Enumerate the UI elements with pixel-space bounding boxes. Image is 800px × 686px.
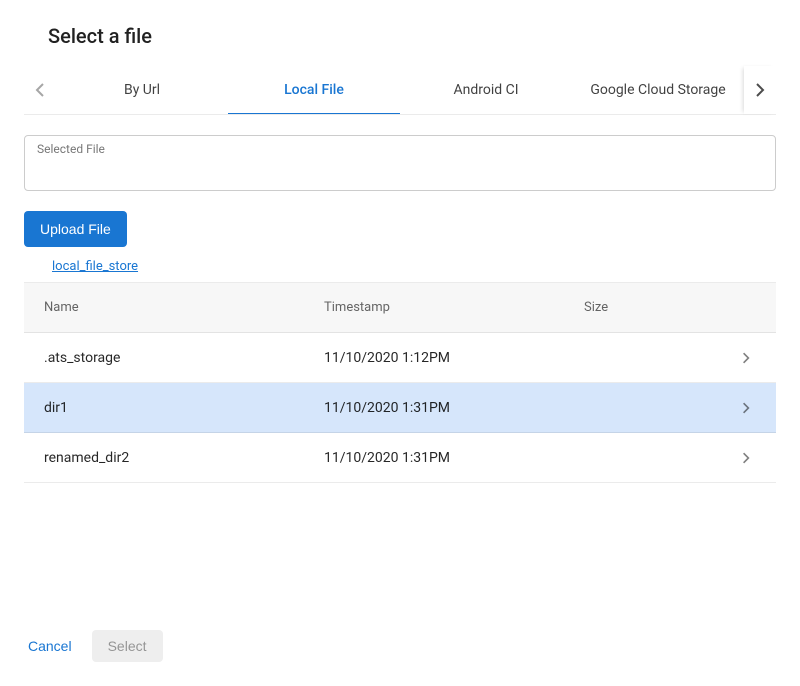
tabs-scroll-right[interactable]: [744, 66, 776, 114]
cell-name: dir1: [24, 400, 324, 416]
cancel-button[interactable]: Cancel: [24, 630, 76, 662]
row-open[interactable]: [716, 351, 776, 365]
select-file-dialog: Select a file By Url Local File Android …: [0, 0, 800, 686]
cell-timestamp: 11/10/2020 1:31PM: [324, 450, 584, 466]
cell-timestamp: 11/10/2020 1:12PM: [324, 350, 584, 366]
row-open[interactable]: [716, 401, 776, 415]
tabs-scroll-left[interactable]: [24, 66, 56, 114]
row-open[interactable]: [716, 451, 776, 465]
tab-label: Android CI: [453, 82, 518, 98]
tab-google-cloud-storage[interactable]: Google Cloud Storage: [572, 66, 744, 114]
file-table: Name Timestamp Size .ats_storage 11/10/2…: [24, 282, 776, 483]
col-header-size: Size: [584, 300, 716, 315]
tab-local-file[interactable]: Local File: [228, 66, 400, 114]
tab-label: By Url: [124, 82, 160, 98]
cell-name: .ats_storage: [24, 350, 324, 366]
select-button: Select: [92, 630, 163, 662]
breadcrumb-root[interactable]: local_file_store: [52, 259, 776, 274]
cell-name: renamed_dir2: [24, 450, 324, 466]
selected-file-field[interactable]: Selected File: [24, 135, 776, 191]
table-header: Name Timestamp Size: [24, 283, 776, 333]
dialog-actions: Cancel Select: [24, 630, 163, 662]
table-row[interactable]: dir1 11/10/2020 1:31PM: [24, 383, 776, 433]
table-row[interactable]: .ats_storage 11/10/2020 1:12PM: [24, 333, 776, 383]
tab-label: Local File: [284, 82, 344, 98]
upload-file-button[interactable]: Upload File: [24, 211, 127, 247]
tabs-bar: By Url Local File Android CI Google Clou…: [24, 66, 776, 115]
chevron-left-icon: [35, 82, 45, 98]
tab-android-ci[interactable]: Android CI: [400, 66, 572, 114]
tabs-list: By Url Local File Android CI Google Clou…: [56, 66, 744, 114]
chevron-right-icon: [742, 351, 750, 365]
dialog-title: Select a file: [24, 24, 776, 48]
table-row[interactable]: renamed_dir2 11/10/2020 1:31PM: [24, 433, 776, 483]
cell-timestamp: 11/10/2020 1:31PM: [324, 400, 584, 416]
col-header-timestamp: Timestamp: [324, 300, 584, 315]
tab-by-url[interactable]: By Url: [56, 66, 228, 114]
selected-file-input[interactable]: [37, 158, 763, 178]
tab-label: Google Cloud Storage: [590, 82, 725, 98]
chevron-right-icon: [742, 451, 750, 465]
selected-file-label: Selected File: [37, 142, 763, 156]
col-header-name: Name: [24, 300, 324, 315]
local-file-pane: Selected File Upload File local_file_sto…: [24, 115, 776, 686]
chevron-right-icon: [755, 82, 765, 98]
chevron-right-icon: [742, 401, 750, 415]
